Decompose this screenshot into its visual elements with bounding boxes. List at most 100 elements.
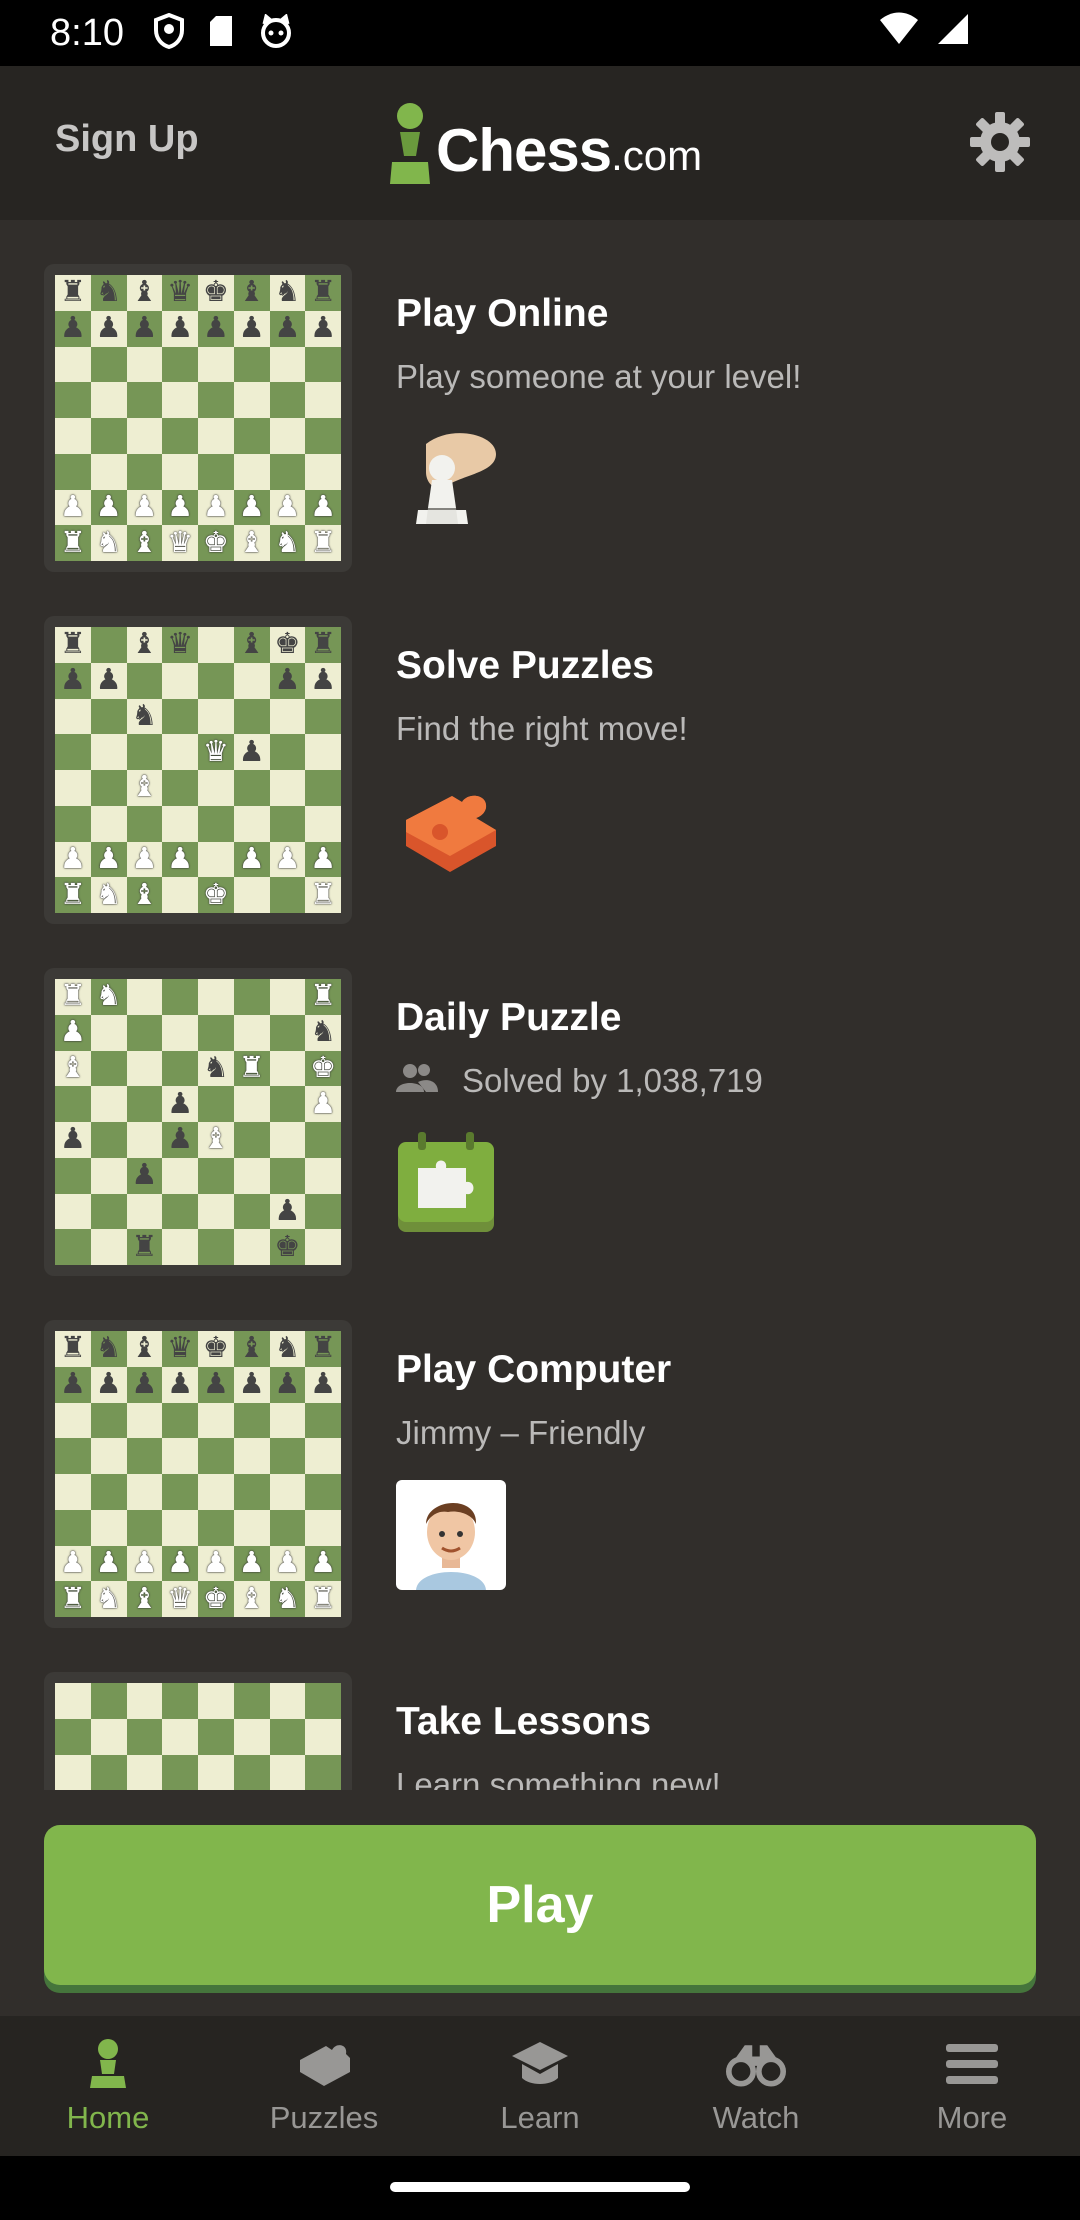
home-indicator[interactable] [390,2182,690,2192]
chess-piece: ♟ [202,312,229,345]
chess-piece: ♝ [131,628,158,661]
chess-piece: ♞ [274,1332,301,1365]
card-subtitle: Jimmy – Friendly [396,1414,646,1451]
logo-suffix: .com [611,132,703,179]
daily-puzzle-card[interactable]: ♜ ♞ ♜ ♟ ♞ ♝ ♞ ♜ ♚ ♟ ♟ ♟ ♟ ♝ ♟ ♟ ♜ ♚ Daily Puzzle Solved b… [44,968,1044,1278]
settings-gear-icon[interactable] [968,110,1032,174]
board-square [233,770,270,806]
board-square [126,1122,163,1158]
nav-learn[interactable]: Learn [432,2016,648,2156]
home-feed[interactable]: ♜ ♞ ♝ ♛ ♚ ♝ ♞ ♜ ♟ ♟ ♟ ♟ ♟ ♟ ♟ ♟ ♟ ♟ ♟ ♟ ♟ ♟ ♟ ♟ ♜ ♞ ♝ ♛ ♚ ♝ ♞ ♜ Play On… [0,220,1080,1790]
board-square [305,346,341,383]
chess-piece: ♚ [202,276,229,309]
wifi-icon [878,12,920,51]
board-square [126,1474,163,1510]
sign-up-button[interactable]: Sign Up [55,118,199,161]
board-square [126,1014,163,1051]
board-square: ♜ [55,275,91,311]
chess-piece: ♚ [202,878,229,911]
nav-more[interactable]: More [864,2016,1080,2156]
board-square [90,1718,127,1755]
nav-puzzles[interactable]: Puzzles [216,2016,432,2156]
board-square: ♚ [198,877,234,913]
chess-piece: ♚ [202,1332,229,1365]
board-square [198,1718,234,1755]
chess-piece: ♟ [238,490,265,523]
board-square [55,1086,91,1122]
chess-board: ♜ ♝ ♛ ♝ ♚ ♜ ♟ ♟ ♟ ♟ ♞ ♛ ♟ ♝ ♟ ♟ ♟ ♟ ♟ ♟ ♟ ♜ ♞ ♝ ♚ ♜ [55,627,341,913]
board-square: ♚ [305,1050,341,1087]
board-square [233,1122,270,1158]
board-square [55,346,91,383]
chess-piece: ♝ [131,771,158,804]
board-square: ♛ [162,1581,198,1617]
board-square [233,805,270,842]
nav-home[interactable]: Home [0,2016,216,2156]
board-square [305,1438,341,1474]
board-square: ♟ [55,310,91,347]
board-square: ♜ [55,627,91,663]
board-square: ♞ [269,275,306,311]
board-square [269,1122,306,1158]
board-square [233,698,270,735]
chess-piece: ♟ [59,1546,86,1579]
board-square [55,1509,91,1546]
nav-label: Learn [500,2100,580,2135]
board-square [269,1754,306,1790]
board-square [233,662,270,699]
board-square: ♟ [55,489,91,526]
board-square [233,1229,270,1265]
nav-label: Puzzles [269,2100,379,2135]
play-button[interactable]: Play [44,1825,1036,1985]
board-square [162,662,198,699]
board-square [305,1683,341,1719]
board-square: ♜ [305,877,341,913]
chess-piece: ♟ [167,312,194,345]
card-title: Solve Puzzles [396,644,654,687]
chess-piece: ♚ [202,526,229,559]
board-square [162,877,198,913]
board-square: ♟ [90,662,127,699]
board-square [233,1754,270,1790]
board-square [233,1509,270,1546]
chess-piece: ♝ [131,1582,158,1615]
board-square [233,1193,270,1230]
board-square [126,805,163,842]
chess-piece: ♟ [167,842,194,875]
board-square [305,1509,341,1546]
board-square: ♟ [305,841,341,878]
take-lessons-card[interactable]: Take Lessons Learn something new! [44,1672,1044,1790]
chess-piece: ♟ [95,312,122,345]
chess-piece: ♜ [59,276,86,309]
board-square: ♟ [126,1545,163,1582]
board-square: ♟ [162,1122,198,1158]
board-square [90,1438,127,1474]
board-square: ♟ [126,841,163,878]
board-square [269,1509,306,1546]
play-computer-card[interactable]: ♜ ♞ ♝ ♛ ♚ ♝ ♞ ♜ ♟ ♟ ♟ ♟ ♟ ♟ ♟ ♟ ♟ ♟ ♟ ♟ ♟ ♟ ♟ ♟ ♜ ♞ ♝ ♛ ♚ ♝ ♞ ♜ Play Co… [44,1320,1044,1630]
board-square [269,346,306,383]
chess-piece: ♜ [238,1051,265,1084]
board-square: ♝ [126,275,163,311]
chess-piece: ♝ [202,1123,229,1156]
board-square: ♞ [90,275,127,311]
chess-piece: ♜ [310,1332,337,1365]
bottom-nav: Home Puzzles Learn Watch More [0,2016,1080,2156]
chess-piece: ♟ [274,842,301,875]
play-online-card[interactable]: ♜ ♞ ♝ ♛ ♚ ♝ ♞ ♜ ♟ ♟ ♟ ♟ ♟ ♟ ♟ ♟ ♟ ♟ ♟ ♟ ♟ ♟ ♟ ♟ ♜ ♞ ♝ ♛ ♚ ♝ ♞ ♜ Play On… [44,264,1044,574]
chess-piece: ♞ [131,699,158,732]
board-square [269,1050,306,1087]
board-square: ♟ [305,1366,341,1403]
board-square: ♟ [55,1545,91,1582]
chess-piece: ♟ [238,1546,265,1579]
board-square [233,1402,270,1439]
board-square [198,1229,234,1265]
logo-text: Chess [436,117,612,184]
nav-watch[interactable]: Watch [648,2016,864,2156]
play-button-area: Play [0,1790,1080,2016]
solve-puzzles-card[interactable]: ♜ ♝ ♛ ♝ ♚ ♜ ♟ ♟ ♟ ♟ ♞ ♛ ♟ ♝ ♟ ♟ ♟ ♟ ♟ ♟ ♟ ♜ ♞ ♝ ♚ ♜ Solve Puzzles… [44,616,1044,926]
board-square: ♜ [305,275,341,311]
chess-piece: ♟ [238,312,265,345]
board-square [126,1718,163,1755]
board-square: ♞ [90,877,127,913]
